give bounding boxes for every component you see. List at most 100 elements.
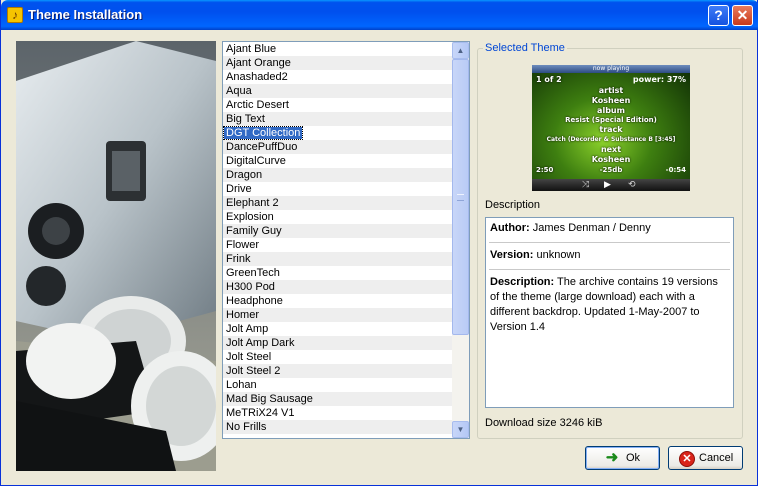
- theme-list-item[interactable]: GreenTech: [223, 266, 453, 280]
- preview-remaining: -0:54: [665, 166, 686, 174]
- theme-list-item-label: No Frills: [226, 421, 267, 433]
- version-key: Version:: [490, 249, 534, 261]
- preview-artist: Kosheen: [591, 96, 631, 105]
- theme-list-item[interactable]: DigitalCurve: [223, 154, 453, 168]
- theme-list-item[interactable]: Arctic Desert: [223, 98, 453, 112]
- author-key: Author:: [490, 222, 530, 234]
- theme-list-item-label: Homer: [226, 309, 260, 321]
- theme-list-item-label: Big Text: [226, 113, 265, 125]
- version-row: Version: unknown: [489, 248, 730, 270]
- theme-list-item[interactable]: H300 Pod: [223, 280, 453, 294]
- theme-list-item[interactable]: Elephant 2: [223, 196, 453, 210]
- theme-list-item[interactable]: Headphone: [223, 294, 453, 308]
- theme-list-item[interactable]: Dragon: [223, 168, 453, 182]
- theme-list-item-label: Ajant Blue: [226, 43, 277, 55]
- theme-list-item[interactable]: Homer: [223, 308, 453, 322]
- theme-list-item-label: MeTRiX24 V1: [226, 407, 295, 419]
- ok-button[interactable]: ➜ Ok: [585, 446, 660, 470]
- theme-list-item-label: Jolt Steel 2: [226, 365, 281, 377]
- preview-next: Kosheen: [591, 155, 631, 164]
- scroll-up-arrow-icon[interactable]: ▲: [452, 42, 469, 59]
- theme-list-item[interactable]: Ajant Blue: [223, 42, 453, 56]
- theme-preview-image: now playing 1 of 2 power: 37% artist Kos…: [532, 65, 690, 191]
- theme-list-item[interactable]: Drive: [223, 182, 453, 196]
- theme-list-item-label: Lohan: [226, 379, 257, 391]
- theme-list-item[interactable]: Mad Big Sausage: [223, 392, 453, 406]
- theme-list-item-label: Headphone: [226, 295, 283, 307]
- theme-list-item[interactable]: Jolt Steel: [223, 350, 453, 364]
- window-title: Theme Installation: [28, 7, 143, 22]
- preview-album-label: album: [597, 106, 625, 115]
- theme-list-item-label: GreenTech: [226, 267, 280, 279]
- theme-list-item[interactable]: Jolt Steel 2: [223, 364, 453, 378]
- theme-list-item-label: Anashaded2: [226, 71, 288, 83]
- theme-list-item[interactable]: Aqua: [223, 84, 453, 98]
- theme-list-item-label: Explosion: [226, 211, 274, 223]
- theme-list-item-label: Dragon: [226, 169, 263, 181]
- theme-list-item[interactable]: Lohan: [223, 378, 453, 392]
- preview-artist-label: artist: [598, 86, 624, 95]
- cancel-label: Cancel: [699, 452, 734, 464]
- version-value: unknown: [533, 249, 581, 261]
- theme-backdrop-photo: [16, 41, 216, 471]
- preview-album: Resist (Special Edition): [565, 116, 657, 124]
- theme-list-item-label: DigitalCurve: [226, 155, 286, 167]
- cancel-icon: ✕: [679, 451, 695, 467]
- preview-power: power: 37%: [632, 75, 686, 84]
- theme-list-item[interactable]: Anashaded2: [223, 70, 453, 84]
- theme-listbox[interactable]: Ajant Blue Ajant Orange Anashaded2 Aqua Arct…: [222, 41, 470, 439]
- theme-list-item-label: Arctic Desert: [226, 99, 289, 111]
- theme-list-item[interactable]: Explosion: [223, 210, 453, 224]
- theme-list-item-label: Aqua: [226, 85, 252, 97]
- theme-list-item[interactable]: DGT Collection: [223, 126, 453, 140]
- backdrop-image: [16, 41, 216, 471]
- theme-list-item[interactable]: Big Text: [223, 112, 453, 126]
- description-label: Description: [485, 199, 541, 211]
- author-row: Author: James Denman / Denny: [489, 221, 730, 243]
- repeat-icon: ⟲: [628, 180, 636, 190]
- scroll-thumb[interactable]: [452, 59, 469, 335]
- theme-list-item-label: Mad Big Sausage: [226, 393, 313, 405]
- scroll-down-arrow-icon[interactable]: ▼: [452, 421, 469, 438]
- theme-list-item[interactable]: Family Guy: [223, 224, 453, 238]
- close-button[interactable]: ✕: [732, 5, 753, 26]
- theme-list-item-label: Drive: [226, 183, 252, 195]
- theme-list-item-label: Elephant 2: [226, 197, 279, 209]
- arrow-right-icon: ➜: [605, 449, 619, 466]
- theme-list-item-label: DancePuffDuo: [226, 141, 298, 153]
- theme-list-item-label: Jolt Steel: [226, 351, 272, 363]
- theme-list-item-label: Ajant Orange: [226, 57, 291, 69]
- preview-track: Catch (Decorder & Substance B [3:45]: [546, 136, 676, 143]
- theme-list-item-label: Family Guy: [226, 225, 282, 237]
- title-bar[interactable]: ♪ Theme Installation ? ✕: [1, 0, 758, 30]
- scroll-grip-icon: [457, 194, 464, 201]
- theme-list-item-label: Flower: [226, 239, 260, 251]
- theme-list-item-label: Jolt Amp: [226, 323, 269, 335]
- list-scrollbar[interactable]: ▲ ▼: [452, 42, 469, 438]
- theme-list-item[interactable]: Jolt Amp Dark: [223, 336, 453, 350]
- description-key: Description:: [490, 276, 555, 288]
- preview-header: now playing: [532, 65, 690, 73]
- ok-label: Ok: [626, 452, 641, 464]
- theme-list-items: Ajant Blue Ajant Orange Anashaded2 Aqua Arct…: [223, 42, 453, 434]
- theme-list-item[interactable]: Jolt Amp: [223, 322, 453, 336]
- app-note-icon: ♪: [7, 7, 23, 23]
- theme-list-item[interactable]: Ajant Orange: [223, 56, 453, 70]
- theme-list-item[interactable]: No Frills: [223, 420, 453, 434]
- play-icon: ▶: [604, 180, 611, 190]
- shuffle-icon: ⤨: [582, 180, 590, 190]
- theme-list-item-label: Jolt Amp Dark: [226, 337, 295, 349]
- theme-list-item-label: Frink: [226, 253, 251, 265]
- description-box: Author: James Denman / Denny Version: un…: [485, 217, 734, 408]
- help-button[interactable]: ?: [708, 5, 729, 26]
- cancel-button[interactable]: ✕ Cancel: [668, 446, 743, 470]
- preview-controls: ⤨ ▶ ⟲: [532, 179, 690, 191]
- theme-list-item[interactable]: Frink: [223, 252, 453, 266]
- description-row: Description: The archive contains 19 ver…: [489, 275, 730, 341]
- theme-list-item[interactable]: DancePuffDuo: [223, 140, 453, 154]
- theme-installation-window: ♪ Theme Installation ? ✕ Ajant Blue Ajan…: [0, 0, 758, 486]
- preview-track-label: track: [599, 125, 623, 134]
- theme-list-item[interactable]: MeTRiX24 V1: [223, 406, 453, 420]
- theme-list-item-label: H300 Pod: [226, 281, 275, 293]
- theme-list-item[interactable]: Flower: [223, 238, 453, 252]
